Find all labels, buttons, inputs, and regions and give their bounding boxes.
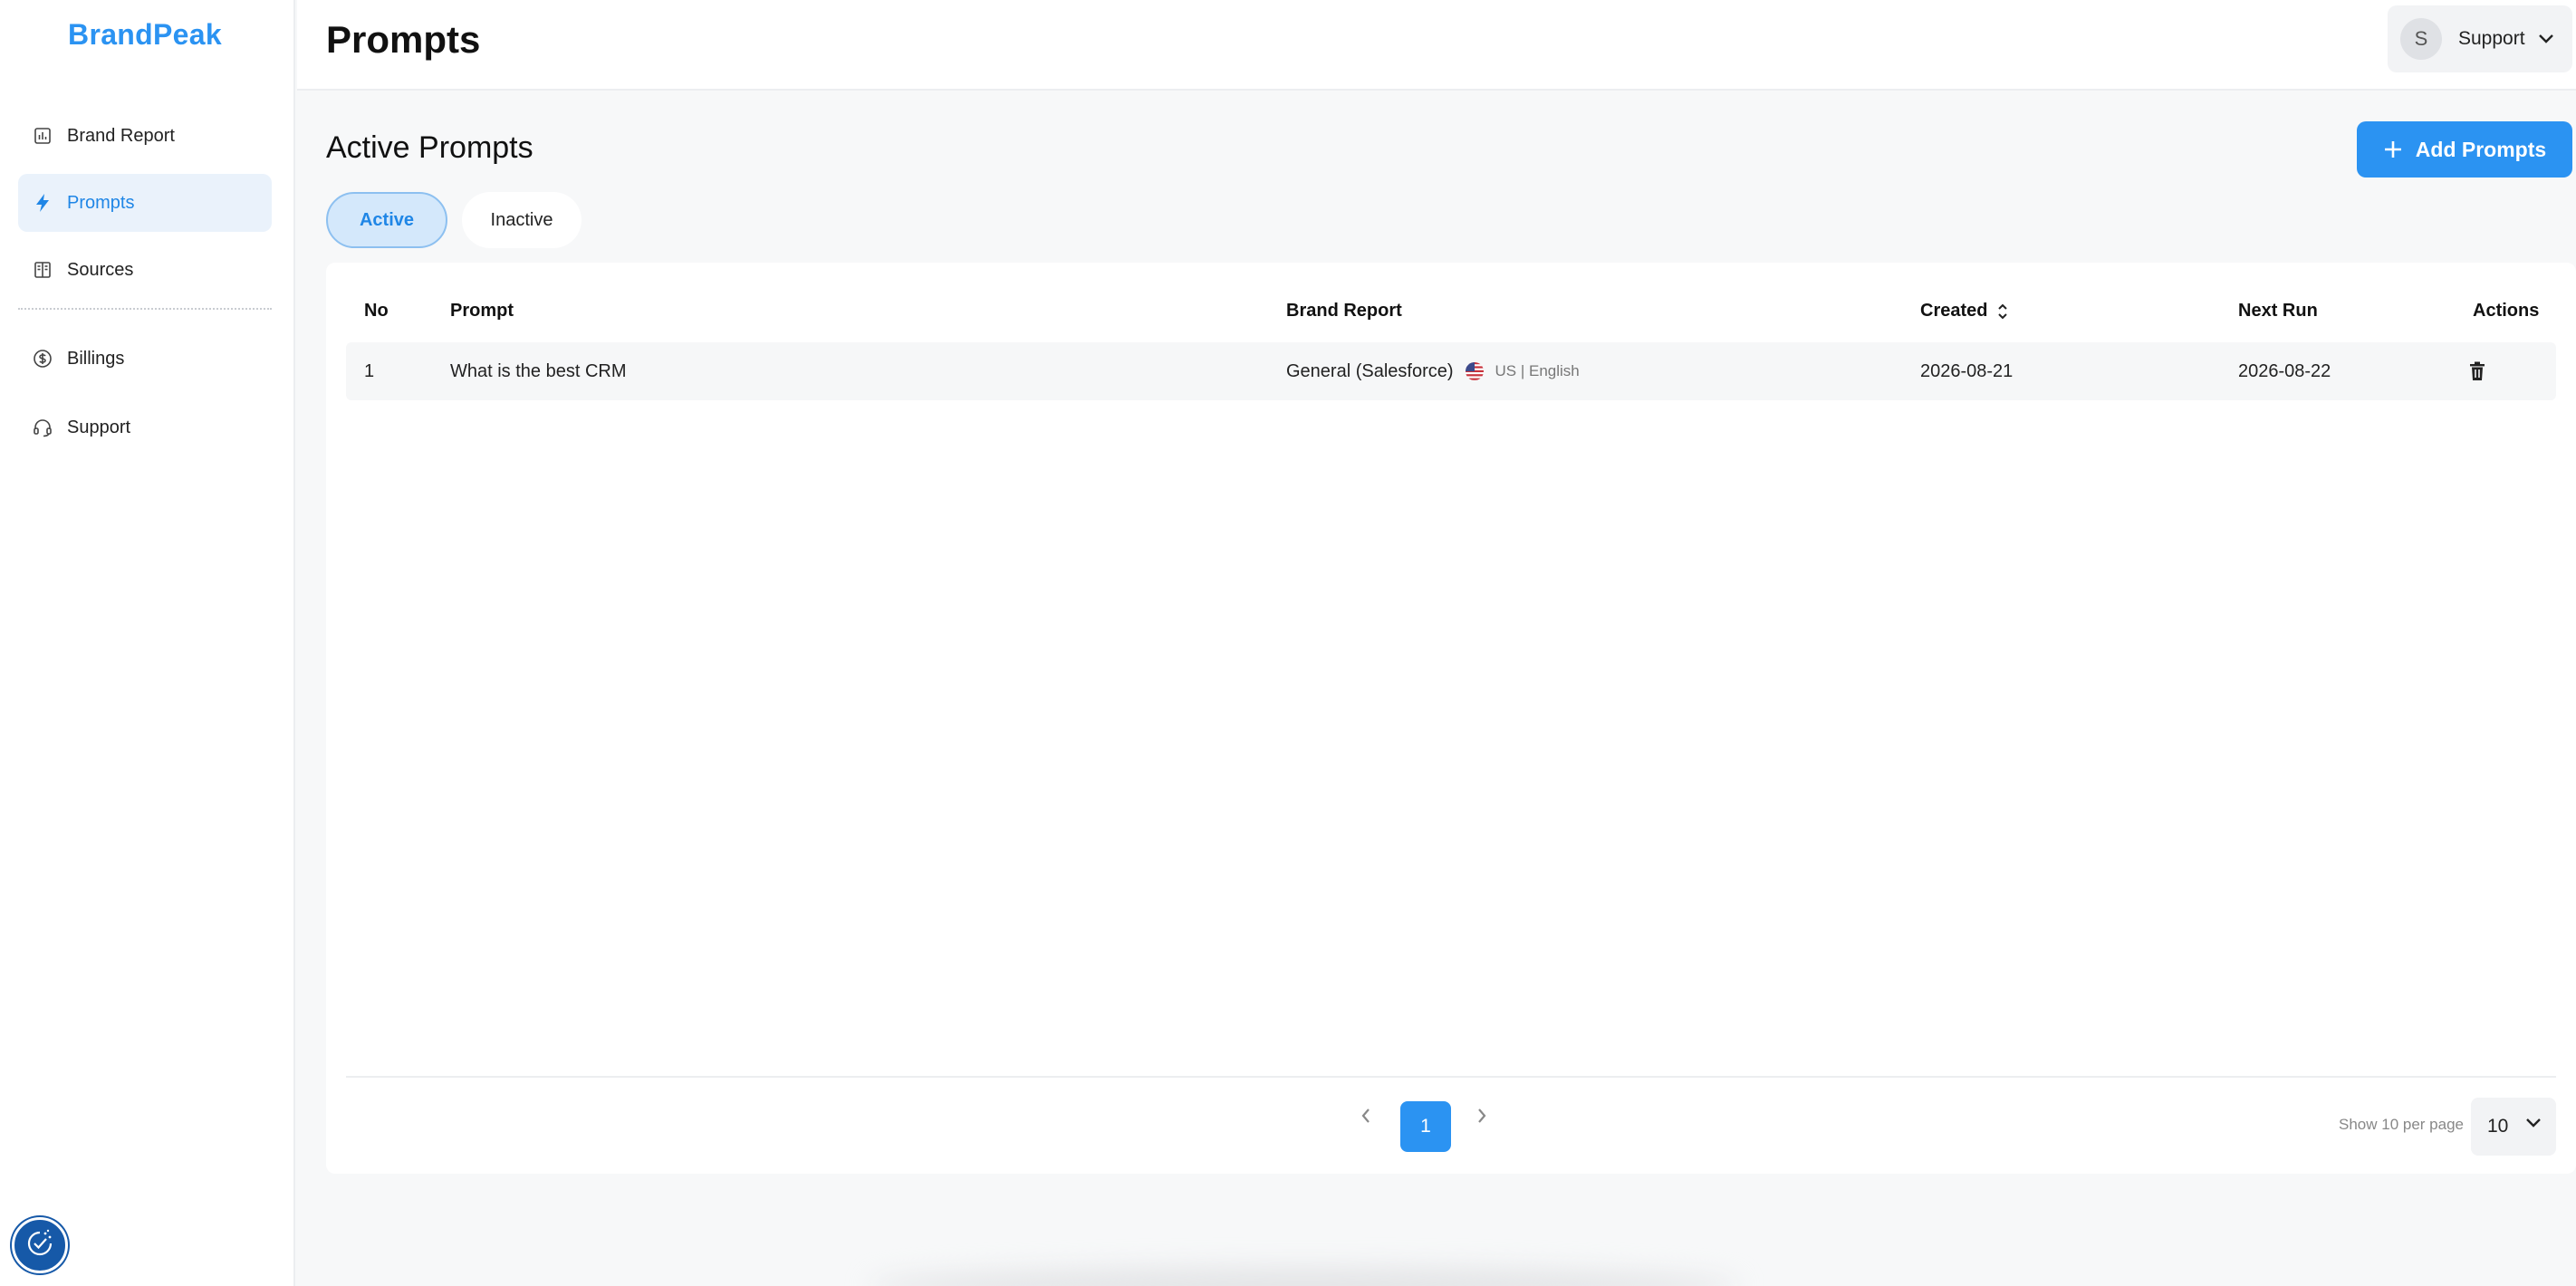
column-header-created-label: Created [1920,301,1988,321]
chevron-right-icon [1476,1107,1487,1125]
pagination-divider [346,1076,2556,1078]
column-header-prompt: Prompt [450,301,514,321]
user-name: Support [2458,28,2525,49]
column-header-brand-report: Brand Report [1286,301,1402,321]
cell-brand-report: General (Salesforce) US | English [1286,342,1580,400]
tab-active[interactable]: Active [326,192,447,248]
sidebar-item-label: Prompts [67,192,135,213]
sidebar-item-label: Support [67,417,131,437]
bottom-shadow [870,1268,1739,1286]
sidebar-item-brand-report[interactable]: Brand Report [18,107,272,165]
chevron-left-icon [1360,1107,1371,1125]
sidebar-item-billings[interactable]: Billings [18,330,272,388]
plus-icon [2383,139,2403,159]
sidebar-item-label: Billings [67,348,125,369]
dollar-icon [33,349,53,369]
cell-created: 2026-08-21 [1920,360,2014,381]
sidebar-item-prompts[interactable]: Prompts [18,174,272,232]
delete-button[interactable] [2469,342,2485,400]
sidebar-item-label: Brand Report [67,125,175,146]
per-page-select[interactable]: 10 [2471,1098,2556,1156]
prompts-table-card: No Prompt Brand Report Created Next Run … [326,263,2576,1174]
cell-prompt: What is the best CRM [450,360,627,381]
add-prompts-button[interactable]: Add Prompts [2357,121,2572,178]
locale-label: US | English [1495,362,1580,379]
avatar: S [2400,18,2442,60]
page-title: Prompts [326,18,481,61]
column-header-actions: Actions [2473,301,2540,321]
add-prompts-label: Add Prompts [2415,137,2547,161]
sidebar-item-support[interactable]: Support [18,398,272,456]
previous-page-button[interactable] [1350,1099,1382,1132]
cookie-settings-button[interactable] [12,1217,68,1273]
top-header: Prompts S Support [297,0,2576,91]
book-icon [33,260,53,280]
next-page-button[interactable] [1466,1099,1498,1132]
column-header-no: No [364,301,389,321]
column-header-next-run: Next Run [2238,301,2318,321]
brand-logo[interactable]: BrandPeak [0,18,290,52]
per-page-label: Show 10 per page [2339,1116,2464,1133]
per-page-value: 10 [2487,1116,2509,1137]
sidebar: BrandPeak Brand Report Prompts Sources B… [0,0,295,1286]
cookie-icon [24,1227,56,1264]
sidebar-item-sources[interactable]: Sources [18,241,272,299]
chevron-down-icon [2538,34,2554,44]
chevron-down-icon [2525,1118,2542,1128]
table-row[interactable]: 1 What is the best CRM General (Salesfor… [346,342,2556,400]
lightning-icon [33,193,53,213]
section-title: Active Prompts [326,130,533,165]
user-menu[interactable]: S Support [2388,5,2572,72]
page-button-1[interactable]: 1 [1400,1101,1451,1152]
us-flag-icon [1465,361,1485,381]
bar-chart-icon [33,126,53,146]
sidebar-item-label: Sources [67,259,134,280]
sort-icon[interactable] [1996,302,2009,321]
trash-icon [2469,361,2485,381]
brand-report-name: General (Salesforce) [1286,360,1454,381]
tab-inactive[interactable]: Inactive [462,192,582,248]
cell-no: 1 [364,360,375,381]
column-header-created[interactable]: Created [1920,301,2009,322]
sidebar-divider [18,308,272,310]
headset-icon [33,417,53,437]
cell-next-run: 2026-08-22 [2238,360,2331,381]
